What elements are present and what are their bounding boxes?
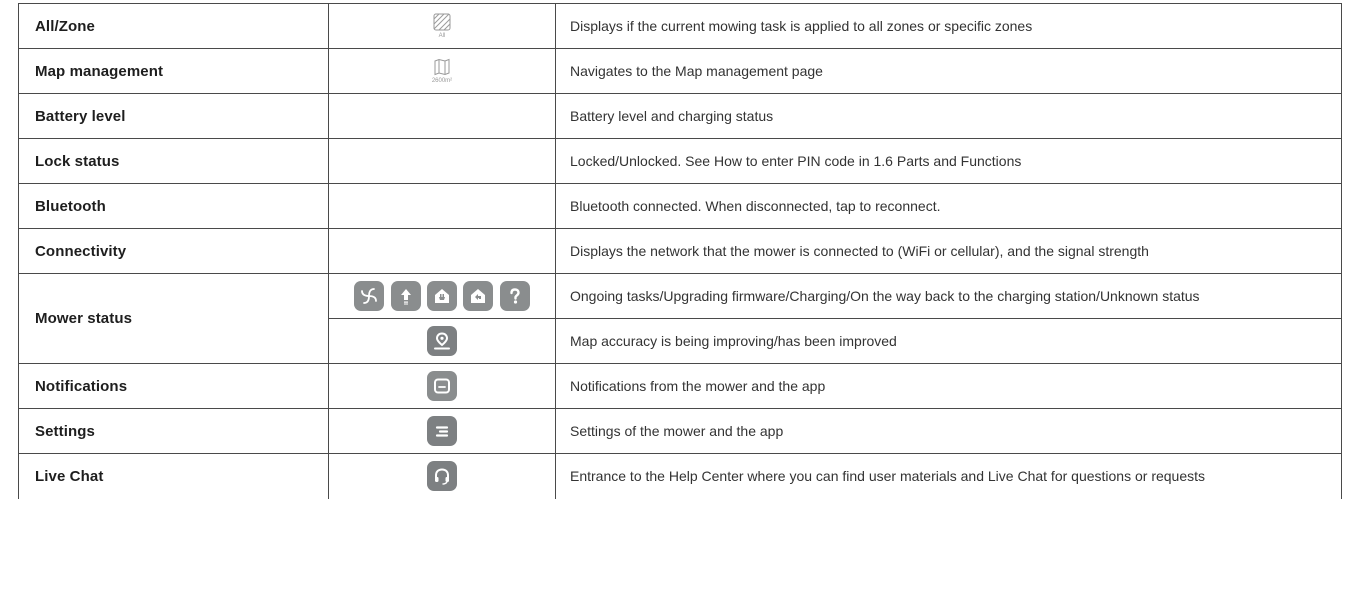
row-label: Map management bbox=[18, 48, 329, 94]
row-description: Displays if the current mowing task is a… bbox=[555, 3, 1342, 49]
row-label: Live Chat bbox=[18, 453, 329, 499]
row-description: Settings of the mower and the app bbox=[555, 408, 1342, 454]
pinwheel-icon bbox=[354, 281, 385, 311]
empty-icon-cell bbox=[328, 93, 556, 139]
row-description: Battery level and charging status bbox=[555, 93, 1342, 139]
charging-plug-icon bbox=[427, 281, 457, 311]
row-description: Navigates to the Map management page bbox=[555, 48, 1342, 94]
functions-table: All/Zone All Displays if the current mow… bbox=[18, 3, 1342, 499]
table-row: Bluetooth Bluetooth connected. When disc… bbox=[18, 183, 1342, 229]
table-row: Battery level Battery level and charging… bbox=[18, 93, 1342, 139]
row-label: Connectivity bbox=[18, 228, 329, 274]
empty-icon-cell bbox=[328, 183, 556, 229]
row-description: Ongoing tasks/Upgrading firmware/Chargin… bbox=[555, 273, 1342, 319]
table-row: All/Zone All Displays if the current mow… bbox=[18, 3, 1342, 49]
return-arrow-icon bbox=[463, 281, 494, 311]
row-label: Mower status bbox=[18, 273, 329, 364]
icon-caption: All bbox=[438, 32, 446, 39]
table-row: Notifications Notifications from the mow… bbox=[18, 363, 1342, 409]
row-description: Displays the network that the mower is c… bbox=[555, 228, 1342, 274]
row-label: Lock status bbox=[18, 138, 329, 184]
table-row: Mower status Ongoing tasks/Upgrading fir… bbox=[18, 273, 1342, 364]
row-label: All/Zone bbox=[18, 3, 329, 49]
table-row: Lock status Locked/Unlocked. See How to … bbox=[18, 138, 1342, 184]
row-description: Entrance to the Help Center where you ca… bbox=[555, 453, 1342, 499]
headset-icon bbox=[427, 461, 457, 492]
hatched-square-icon: All bbox=[433, 13, 451, 40]
table-row: Map management 2600m² Navigates to the M… bbox=[18, 48, 1342, 94]
upload-arrow-icon bbox=[390, 281, 421, 311]
row-label: Settings bbox=[18, 408, 329, 454]
table-row: Settings Settings of the mower and the a… bbox=[18, 408, 1342, 454]
row-description: Locked/Unlocked. See How to enter PIN co… bbox=[555, 138, 1342, 184]
row-description: Notifications from the mower and the app bbox=[555, 363, 1342, 409]
empty-icon-cell bbox=[328, 138, 556, 184]
row-description: Bluetooth connected. When disconnected, … bbox=[555, 183, 1342, 229]
menu-lines-icon bbox=[427, 416, 457, 446]
map-pin-icon bbox=[427, 326, 457, 356]
message-icon bbox=[427, 371, 457, 401]
row-label: Battery level bbox=[18, 93, 329, 139]
icon-caption: 2600m² bbox=[431, 77, 453, 84]
table-row: Connectivity Displays the network that t… bbox=[18, 228, 1342, 274]
empty-icon-cell bbox=[328, 228, 556, 274]
row-label: Bluetooth bbox=[18, 183, 329, 229]
question-mark-icon bbox=[499, 281, 530, 311]
folded-map-icon: 2600m² bbox=[432, 58, 452, 85]
row-description: Map accuracy is being improving/has been… bbox=[555, 318, 1342, 364]
row-label: Notifications bbox=[18, 363, 329, 409]
table-row: Live Chat Entrance to the Help Center wh… bbox=[18, 453, 1342, 499]
